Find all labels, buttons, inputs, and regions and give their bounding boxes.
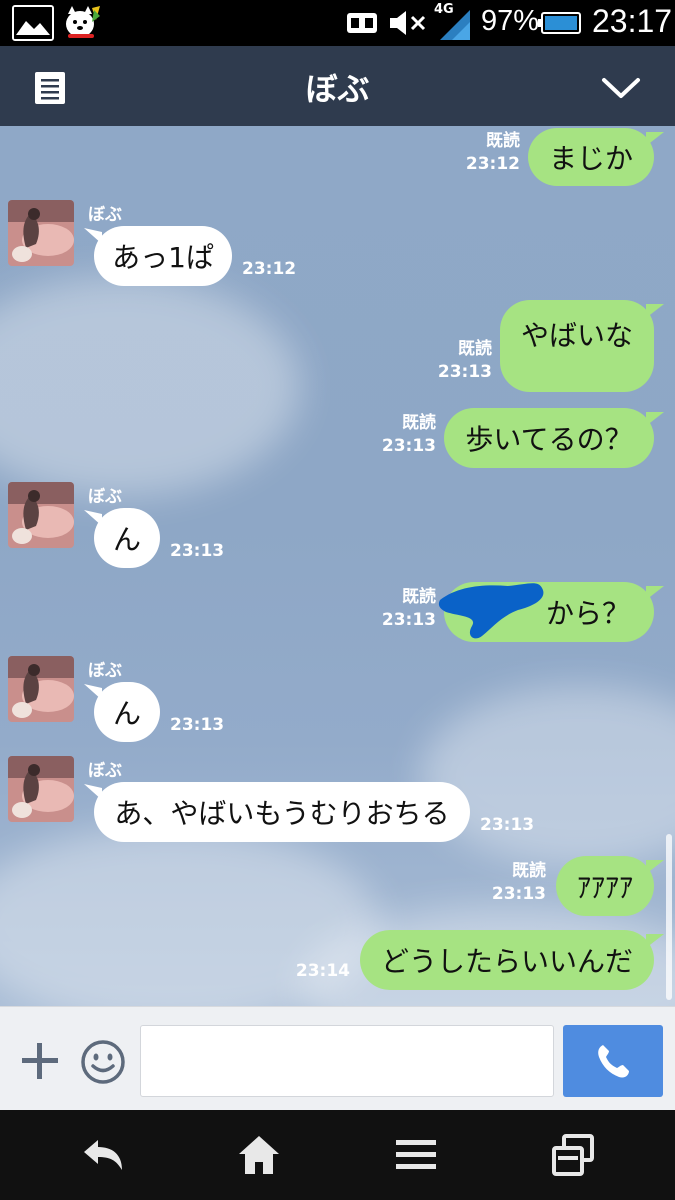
message-bubble-outgoing[interactable]: まじか [528, 128, 654, 186]
phone-icon [598, 1045, 629, 1078]
read-receipt: 既読 [512, 861, 546, 881]
message-meta: 既読 23:13 [376, 586, 436, 632]
message-bubble-outgoing[interactable]: ｱｱｱｱ [556, 856, 654, 916]
bubble-tail [646, 934, 664, 948]
sender-name: ぼぶ [88, 487, 122, 507]
avatar[interactable] [8, 200, 74, 266]
clock: 23:17 [592, 3, 673, 39]
bubble-tail [646, 132, 664, 146]
message-text: から？ [545, 597, 630, 630]
battery-percent: 97% [481, 5, 540, 37]
message-meta: 既読 23:13 [432, 338, 492, 384]
message-time: 23:13 [170, 715, 225, 735]
menu-lines-icon[interactable] [392, 1132, 440, 1178]
chat-scrollbar[interactable] [666, 834, 672, 1000]
home-icon[interactable] [235, 1132, 283, 1178]
message-time: 23:13 [170, 541, 225, 561]
bubble-tail [646, 412, 664, 426]
message-input[interactable] [140, 1025, 554, 1097]
sender-name: ぼぶ [88, 205, 122, 225]
status-bar: 4G 97% 23:17 [0, 0, 675, 46]
redaction-scribble [438, 583, 544, 639]
sim-icon [347, 13, 377, 33]
signal-icon [440, 10, 470, 40]
system-nav-bar [0, 1110, 675, 1200]
mute-icon [390, 11, 426, 35]
chat-area[interactable]: 既読 23:12 まじか ぼぶ あっ1ぱ 23:12 既読 23:13 やばいな… [0, 126, 675, 1006]
message-bubble-incoming[interactable]: ん [94, 682, 160, 742]
message-time: 23:13 [381, 610, 436, 630]
call-button[interactable] [563, 1025, 663, 1097]
bubble-tail [646, 860, 664, 874]
avatar[interactable] [8, 482, 74, 548]
message-meta: 既読 23:12 [460, 130, 520, 176]
message-time: 23:12 [465, 154, 520, 174]
message-meta: 既読 23:13 [376, 412, 436, 458]
message-bubble-incoming[interactable]: あ、やばいもうむりおちる [94, 782, 470, 842]
sender-name: ぼぶ [88, 761, 122, 781]
message-time: 23:14 [295, 961, 350, 981]
message-time: 23:13 [437, 362, 492, 382]
message-bubble-incoming[interactable]: ん [94, 508, 160, 568]
message-time: 23:13 [491, 884, 546, 904]
recent-apps-icon[interactable] [550, 1132, 598, 1178]
message-input-bar [0, 1006, 675, 1110]
sender-name: ぼぶ [88, 661, 122, 681]
message-time: 23:13 [381, 436, 436, 456]
dog-icon [66, 6, 100, 38]
message-bubble-outgoing[interactable]: やばいな [500, 300, 654, 392]
message-bubble-outgoing[interactable]: 歩いてるの？ [444, 408, 654, 468]
read-receipt: 既読 [402, 587, 436, 607]
read-receipt: 既読 [486, 131, 520, 151]
avatar[interactable] [8, 756, 74, 822]
message-time: 23:12 [242, 259, 297, 279]
message-meta: 既読 23:13 [486, 860, 546, 906]
back-icon[interactable] [78, 1132, 126, 1178]
message-bubble-outgoing[interactable]: どうしたらいいんだ [360, 930, 654, 990]
chevron-down-icon[interactable] [600, 74, 642, 102]
battery-icon [538, 12, 581, 34]
message-time: 23:13 [480, 815, 535, 835]
plus-icon[interactable] [20, 1041, 60, 1081]
read-receipt: 既読 [458, 339, 492, 359]
emoji-icon[interactable] [80, 1039, 126, 1085]
gallery-icon [12, 5, 54, 41]
avatar[interactable] [8, 656, 74, 722]
read-receipt: 既読 [402, 413, 436, 433]
message-bubble-incoming[interactable]: あっ1ぱ [94, 226, 232, 286]
chat-header: ぼぶ [0, 46, 675, 126]
chat-title: ぼぶ [305, 70, 370, 108]
bubble-tail [646, 304, 664, 318]
bubble-tail [646, 586, 664, 600]
